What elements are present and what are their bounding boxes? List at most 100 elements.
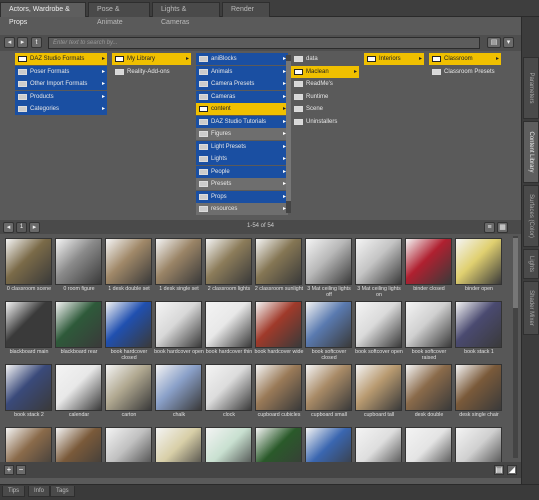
thumbnail-image[interactable] — [55, 427, 102, 462]
thumbnail-image[interactable] — [405, 427, 452, 462]
category-item[interactable]: aniBlocks ▸ — [196, 53, 288, 65]
category-item[interactable]: Animals ▸ — [196, 65, 288, 78]
thumbnail-image[interactable] — [455, 364, 502, 411]
thumbnail-image[interactable] — [5, 238, 52, 285]
thumbnail-image[interactable] — [205, 427, 252, 462]
category-item[interactable]: Reality-Add-ons — [112, 66, 191, 78]
resize-handle-icon[interactable]: ◢ — [507, 465, 517, 475]
category-item[interactable]: Lights ▸ — [196, 153, 288, 165]
thumbnail-caption: binder open — [465, 286, 493, 292]
category-item[interactable]: Classroom ▸ — [429, 53, 501, 65]
list-view-icon[interactable]: ≡ — [484, 222, 495, 233]
thumbnail-image[interactable] — [255, 238, 302, 285]
thumbnail-image[interactable] — [5, 301, 52, 348]
tab-info[interactable]: Info — [28, 486, 51, 497]
tab-surfaces[interactable]: Surfaces (Color) — [523, 185, 539, 247]
category-item[interactable]: Categories ▸ — [15, 103, 107, 115]
tag-filter-button[interactable]: t — [31, 37, 42, 48]
thumbnail-image[interactable] — [5, 364, 52, 411]
category-item[interactable]: Camera Presets ▸ — [196, 78, 288, 90]
tab-render[interactable]: Render — [222, 2, 270, 17]
category-item[interactable]: Maclean ▸ — [291, 65, 359, 78]
thumbnail-image[interactable] — [105, 301, 152, 348]
thumbnail-image[interactable] — [355, 427, 402, 462]
thumbnail-image[interactable] — [255, 427, 302, 462]
thumbnail-image[interactable] — [355, 301, 402, 348]
thumbnail-image[interactable] — [55, 301, 102, 348]
thumbnail-image[interactable] — [405, 238, 452, 285]
tab-parameters[interactable]: Parameters — [523, 57, 539, 119]
tab-actors-wardrobe-props[interactable]: Actors, Wardrobe & Props — [0, 2, 86, 26]
thumbnail-image[interactable] — [405, 301, 452, 348]
tab-content-library[interactable]: Content Library — [523, 121, 539, 183]
category-item[interactable]: People ▸ — [196, 165, 288, 178]
thumbnail-image[interactable] — [405, 364, 452, 411]
thumbnail-image[interactable] — [455, 238, 502, 285]
category-item[interactable]: Classroom Presets — [429, 66, 501, 78]
category-item[interactable]: Products ▸ — [15, 90, 107, 103]
thumbnail-image[interactable] — [205, 301, 252, 348]
right-pane-tabs: Parameters Content Library Surfaces (Col… — [521, 17, 539, 485]
category-item[interactable]: DAZ Studio Tutorials ▸ — [196, 115, 288, 128]
view-mode-icon[interactable]: ▤ — [487, 37, 501, 48]
category-item[interactable]: Props ▸ — [196, 190, 288, 203]
forward-button[interactable]: ▸ — [17, 37, 28, 48]
thumbnail-image[interactable] — [155, 364, 202, 411]
thumbnail-image[interactable] — [105, 238, 152, 285]
thumbnail-image[interactable] — [55, 238, 102, 285]
tab-tips[interactable]: Tips — [2, 486, 26, 497]
tab-shader-mixer[interactable]: Shader Mixer — [523, 281, 539, 335]
thumbnail-image[interactable] — [305, 238, 352, 285]
thumbnail-image[interactable] — [305, 364, 352, 411]
tab-lights[interactable]: Lights — [523, 249, 539, 279]
category-item[interactable]: DAZ Studio Formats ▸ — [15, 53, 107, 65]
thumbnail-image[interactable] — [155, 301, 202, 348]
category-item[interactable]: data — [291, 53, 359, 65]
category-item[interactable]: Light Presets ▸ — [196, 140, 288, 153]
thumbnail-image[interactable] — [105, 364, 152, 411]
category-item[interactable]: content ▸ — [196, 103, 288, 115]
thumbnail-image[interactable] — [205, 364, 252, 411]
category-item[interactable]: Interiors ▸ — [364, 53, 424, 65]
menu-icon[interactable]: ▾ — [503, 37, 514, 48]
thumbnail-image[interactable] — [5, 427, 52, 462]
thumbnail-image[interactable] — [155, 238, 202, 285]
thumbnail-image[interactable] — [205, 238, 252, 285]
category-item[interactable]: Other Import Formats ▸ — [15, 78, 107, 90]
category-item[interactable]: ReadMe's — [291, 78, 359, 90]
category-item[interactable]: Runtime — [291, 91, 359, 103]
folder-icon — [199, 56, 208, 62]
search-input[interactable]: Enter text to search by... — [48, 37, 480, 49]
category-item[interactable]: Presets ▸ — [196, 178, 288, 190]
category-label: Lights — [211, 156, 228, 162]
category-item[interactable]: Cameras ▸ — [196, 90, 288, 103]
folder-icon — [199, 106, 208, 112]
tab-pose-animate[interactable]: Pose & Animate — [88, 2, 150, 26]
category-item[interactable]: resources ▸ — [196, 203, 288, 215]
grid-view-icon[interactable]: ▦ — [497, 222, 508, 233]
thumbnail-image[interactable] — [355, 238, 402, 285]
tab-lights-cameras[interactable]: Lights & Cameras — [152, 2, 220, 26]
thumbnail-image[interactable] — [255, 364, 302, 411]
thumbnail-image[interactable] — [355, 364, 402, 411]
thumbnail-image[interactable] — [455, 427, 502, 462]
thumbnail-image[interactable] — [255, 301, 302, 348]
back-button[interactable]: ◂ — [4, 37, 15, 48]
category-item[interactable]: Uninstallers — [291, 116, 359, 128]
category-item[interactable]: Scene — [291, 103, 359, 115]
thumbnail-image[interactable] — [305, 301, 352, 348]
remove-button[interactable]: − — [16, 465, 26, 475]
thumbnail-image[interactable] — [455, 301, 502, 348]
category-item[interactable]: Figures ▸ — [196, 128, 288, 140]
thumbnail-image[interactable] — [155, 427, 202, 462]
category-item[interactable]: My Library ▸ — [112, 53, 191, 65]
thumbnail-image[interactable] — [105, 427, 152, 462]
options-icon[interactable]: ▤ — [494, 465, 504, 475]
thumbnail-image[interactable] — [305, 427, 352, 462]
category-item[interactable]: Poser Formats ▸ — [15, 65, 107, 78]
category-label: content — [211, 106, 231, 112]
add-button[interactable]: + — [4, 465, 14, 475]
tab-tags[interactable]: Tags — [50, 486, 75, 497]
grid-scrollbar[interactable] — [513, 236, 518, 458]
thumbnail-image[interactable] — [55, 364, 102, 411]
